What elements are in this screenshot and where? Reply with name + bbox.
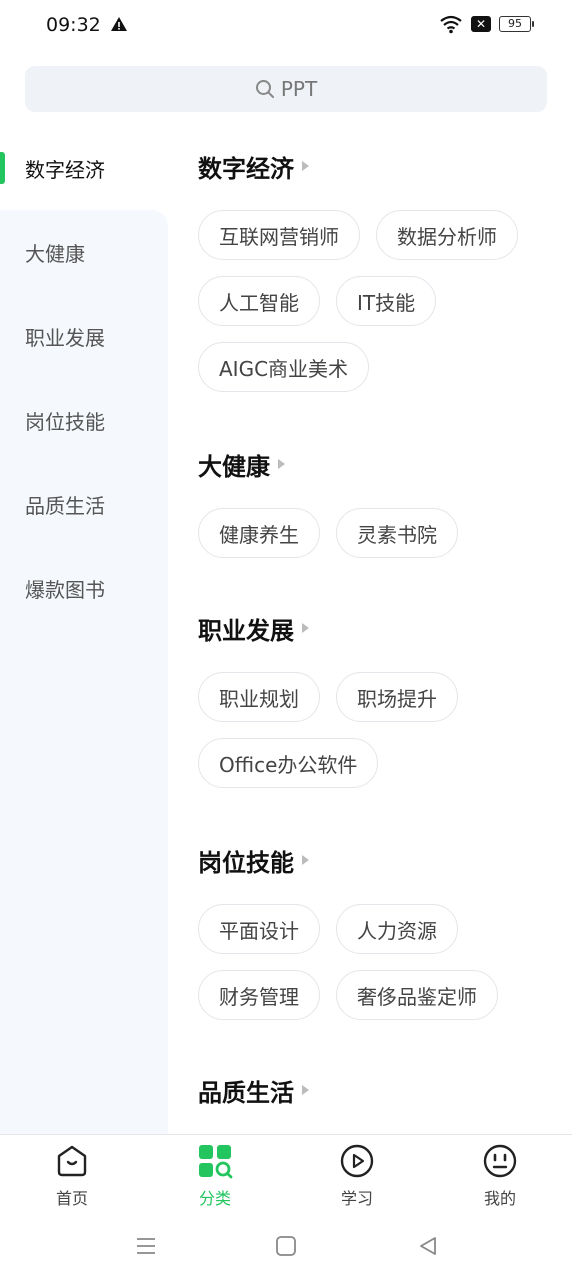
no-sim-icon: ✕ [471, 16, 491, 32]
tag-chip[interactable]: 人力资源 [336, 904, 458, 954]
section-digital-economy: 数字经济 互联网营销师 数据分析师 人工智能 IT技能 AIGC商业美术 [198, 146, 558, 392]
sidebar-item-label: 品质生活 [25, 493, 105, 518]
tag-chip[interactable]: IT技能 [336, 276, 437, 326]
tag-chip[interactable]: 人工智能 [198, 276, 320, 326]
nav-study[interactable]: 学习 [317, 1143, 397, 1209]
nav-label: 我的 [483, 1189, 516, 1208]
arrow-right-icon [302, 1085, 309, 1095]
system-nav-bar [0, 1218, 572, 1280]
tag-chip[interactable]: Office办公软件 [198, 738, 379, 788]
arrow-right-icon [302, 161, 309, 171]
sidebar-item-quality-life[interactable]: 品质生活 [0, 462, 168, 546]
search-bar[interactable]: PPT [25, 66, 547, 112]
home-icon [57, 1145, 87, 1177]
sidebar-item-label: 职业发展 [25, 325, 105, 350]
nav-category[interactable]: 分类 [175, 1143, 255, 1209]
sidebar-item-label: 大健康 [25, 241, 85, 266]
section-job-skills: 岗位技能 平面设计 人力资源 财务管理 奢侈品鉴定师 [198, 840, 558, 1020]
tag-chip[interactable]: 数据分析师 [376, 210, 518, 260]
section-title[interactable]: 数字经济 [198, 146, 558, 186]
sidebar-item-digital-economy[interactable]: 数字经济 [0, 126, 168, 210]
profile-face-icon [483, 1144, 517, 1178]
bottom-nav: 首页 分类 学习 我的 [0, 1134, 572, 1219]
sidebar-item-job-skills[interactable]: 岗位技能 [0, 378, 168, 462]
tag-chip[interactable]: 财务管理 [198, 970, 320, 1020]
category-sidebar: 数字经济 大健康 职业发展 岗位技能 品质生活 爆款图书 [0, 126, 168, 1134]
category-icon [199, 1145, 233, 1179]
search-placeholder: PPT [280, 77, 318, 101]
sidebar-item-label: 爆款图书 [25, 577, 105, 602]
arrow-right-icon [302, 623, 309, 633]
status-time: 09:32 [46, 14, 101, 36]
arrow-right-icon [302, 855, 309, 865]
section-career: 职业发展 职业规划 职场提升 Office办公软件 [198, 608, 558, 788]
back-icon[interactable] [416, 1234, 440, 1258]
sidebar-background [0, 630, 168, 1134]
section-title[interactable]: 职业发展 [198, 608, 558, 648]
tag-chip[interactable]: 灵素书院 [336, 508, 458, 558]
section-title[interactable]: 大健康 [198, 444, 558, 484]
sidebar-item-label: 岗位技能 [25, 409, 105, 434]
nav-mine[interactable]: 我的 [460, 1143, 540, 1209]
nav-home[interactable]: 首页 [32, 1143, 112, 1209]
sidebar-item-career[interactable]: 职业发展 [0, 294, 168, 378]
tag-chip[interactable]: AIGC商业美术 [198, 342, 370, 392]
sidebar-item-health[interactable]: 大健康 [0, 210, 168, 294]
tag-chip[interactable]: 平面设计 [198, 904, 320, 954]
category-content: 数字经济 互联网营销师 数据分析师 人工智能 IT技能 AIGC商业美术 大健康… [168, 126, 572, 1134]
section-quality-life: 品质生活 [198, 1070, 558, 1110]
tag-chip[interactable]: 奢侈品鉴定师 [336, 970, 498, 1020]
arrow-right-icon [278, 459, 285, 469]
section-title[interactable]: 品质生活 [198, 1070, 558, 1110]
tag-chip[interactable]: 职场提升 [336, 672, 458, 722]
warning-icon [111, 17, 127, 31]
home-square-icon[interactable] [274, 1234, 298, 1258]
menu-icon[interactable] [134, 1234, 158, 1258]
nav-label: 首页 [55, 1189, 88, 1208]
sidebar-item-label: 数字经济 [25, 157, 105, 182]
status-bar: 09:32 ✕ 95 [0, 0, 572, 52]
tag-chip[interactable]: 健康养生 [198, 508, 320, 558]
play-circle-icon [340, 1144, 374, 1178]
battery-icon: 95 [499, 16, 534, 32]
section-title[interactable]: 岗位技能 [198, 840, 558, 880]
search-icon [255, 80, 274, 98]
tag-chip[interactable]: 互联网营销师 [198, 210, 360, 260]
battery-level: 95 [499, 16, 531, 32]
nav-label: 分类 [198, 1189, 231, 1208]
sidebar-item-bestseller-books[interactable]: 爆款图书 [0, 546, 168, 630]
wifi-icon [440, 15, 462, 34]
nav-label: 学习 [340, 1189, 373, 1208]
tag-chip[interactable]: 职业规划 [198, 672, 320, 722]
section-health: 大健康 健康养生 灵素书院 [198, 444, 558, 558]
